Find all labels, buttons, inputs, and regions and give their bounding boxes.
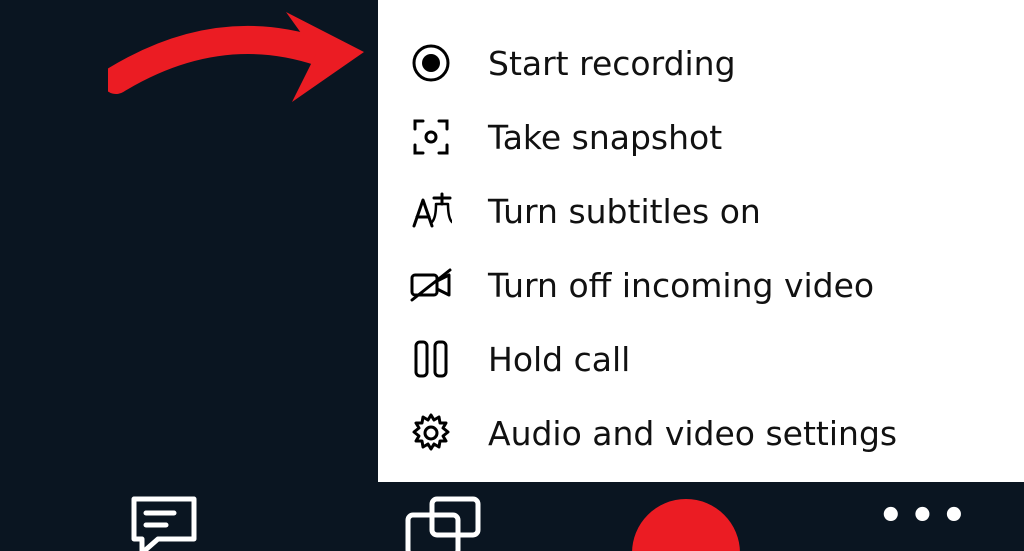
- subtitles-icon: [408, 188, 454, 234]
- chat-button[interactable]: [128, 493, 200, 551]
- menu-item-label: Turn off incoming video: [488, 266, 874, 305]
- menu-item-label: Turn subtitles on: [488, 192, 761, 231]
- record-icon: [408, 40, 454, 86]
- menu-item-label: Hold call: [488, 340, 630, 379]
- menu-item-label: Start recording: [488, 44, 736, 83]
- video-off-icon: [408, 262, 454, 308]
- menu-item-turn-subtitles-on[interactable]: Turn subtitles on: [378, 174, 1024, 248]
- menu-item-label: Audio and video settings: [488, 414, 897, 453]
- gear-icon: [408, 410, 454, 456]
- call-options-menu: Start recording Take snapshot Turn subti…: [378, 0, 1024, 482]
- menu-item-label: Take snapshot: [488, 118, 722, 157]
- snapshot-icon: [408, 114, 454, 160]
- annotation-arrow-icon: [108, 2, 368, 122]
- end-call-button[interactable]: [632, 499, 740, 551]
- menu-item-audio-video-settings[interactable]: Audio and video settings: [378, 396, 1024, 470]
- share-screen-button[interactable]: [404, 495, 482, 551]
- hold-icon: [408, 336, 454, 382]
- menu-item-start-recording[interactable]: Start recording: [378, 26, 1024, 100]
- menu-item-hold-call[interactable]: Hold call: [378, 322, 1024, 396]
- menu-item-take-snapshot[interactable]: Take snapshot: [378, 100, 1024, 174]
- more-options-button[interactable]: •••: [878, 493, 973, 539]
- call-bar: •••: [0, 497, 1024, 551]
- menu-item-turn-off-incoming-video[interactable]: Turn off incoming video: [378, 248, 1024, 322]
